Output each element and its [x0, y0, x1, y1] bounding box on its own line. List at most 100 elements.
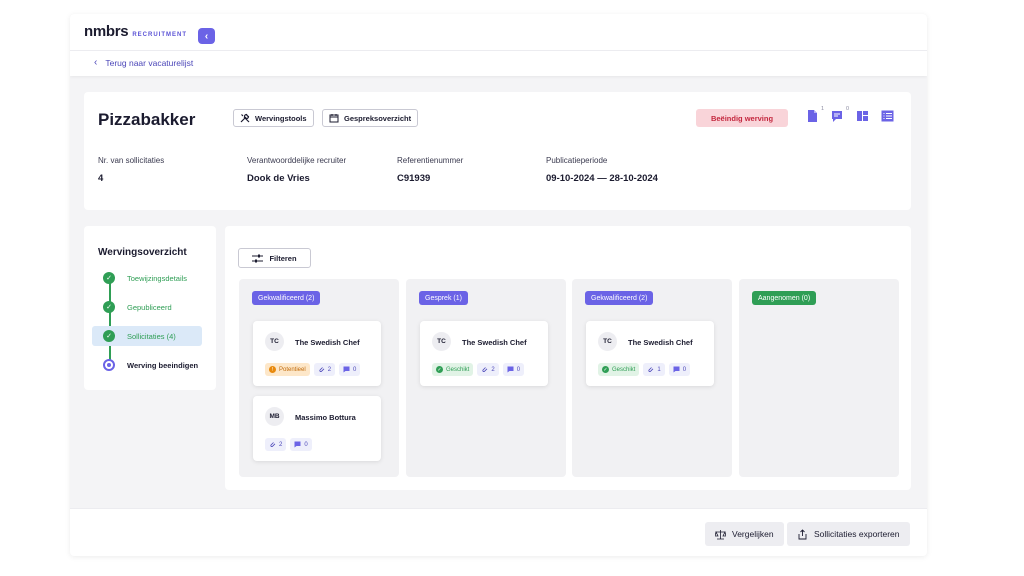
meta-value: C91939: [397, 173, 431, 184]
step-published[interactable]: ✓ Gepubliceerd: [92, 297, 202, 317]
meta-value: 4: [98, 173, 104, 184]
comments-button[interactable]: 0: [831, 106, 849, 123]
step-label: Werving beeindigen: [127, 360, 199, 370]
check-icon: ✓: [602, 366, 609, 373]
filter-button[interactable]: Filteren: [238, 248, 311, 268]
end-recruitment-button[interactable]: Beëindig werving: [696, 109, 788, 127]
interview-overview-button[interactable]: Gespreksoverzicht: [322, 109, 419, 127]
card-chips: ✓ Geschikt 1 0: [598, 363, 691, 376]
column-badge[interactable]: Aangenomen (0): [752, 291, 817, 305]
status-badge: ✓ Geschikt: [432, 363, 474, 376]
comment-icon: [832, 111, 842, 122]
board-view-icon: [857, 111, 868, 121]
avatar: MB: [265, 407, 284, 426]
status-label: Geschikt: [612, 366, 636, 373]
paperclip-icon: [270, 442, 276, 447]
check-icon: ✓: [103, 301, 115, 313]
candidate-name: The Swedish Chef: [628, 338, 693, 347]
candidate-card[interactable]: MB Massimo Bottura 2 0: [253, 396, 381, 461]
candidate-name: Massimo Bottura: [295, 413, 356, 422]
candidate-name: The Swedish Chef: [295, 338, 360, 347]
meta-value: Dook de Vries: [247, 173, 310, 184]
divider: [70, 50, 927, 51]
step-label: Toewijzingsdetails: [127, 273, 188, 283]
avatar: TC: [432, 332, 451, 351]
meta-reference: Referentienummer C91939: [397, 156, 463, 184]
status-label: Potentieel: [279, 366, 306, 373]
column-badge[interactable]: Gesprek (1): [419, 291, 468, 305]
comments-count: 0: [682, 366, 687, 373]
check-icon: ✓: [103, 330, 115, 342]
compare-button[interactable]: Vergelijken: [705, 522, 784, 546]
comment-icon: [343, 366, 350, 373]
pending-step-icon: [103, 359, 115, 371]
comments-chip: 0: [290, 438, 312, 451]
meta-label: Referentienummer: [397, 156, 464, 165]
meta-value: 09-10-2024 — 28-10-2024: [546, 173, 658, 184]
attachments-chip: 2: [265, 438, 287, 451]
documents-count: 1: [821, 106, 825, 112]
comments-chip: 0: [668, 363, 691, 376]
candidate-card[interactable]: TC The Swedish Chef ✓ Geschikt 1 0: [586, 321, 714, 386]
progress-line: [109, 278, 111, 364]
avatar: TC: [598, 332, 617, 351]
status-badge: ✓ Geschikt: [598, 363, 640, 376]
board-view-button[interactable]: [856, 109, 869, 123]
recruitment-overview-panel: Wervingsoverzicht ✓ Toewijzingsdetails ✓…: [84, 226, 216, 390]
status-label: Geschikt: [446, 366, 470, 373]
logo-product: RECRUITMENT: [132, 32, 188, 38]
board-column: Gekwalificeerd (2) TC The Swedish Chef ✓…: [572, 279, 732, 477]
recruitment-tools-button[interactable]: Wervingstools: [233, 109, 314, 127]
column-badge[interactable]: Gekwalificeerd (2): [252, 291, 321, 305]
attachments-count: 2: [327, 366, 332, 373]
step-label: Gepubliceerd: [127, 302, 172, 312]
attachments-count: 2: [279, 441, 283, 448]
panel-title: Wervingsoverzicht: [98, 247, 187, 258]
card-chips: ! Potentieel 2 0: [265, 363, 361, 376]
step-end-recruitment[interactable]: Werving beeindigen: [92, 355, 202, 375]
comments-chip: 0: [339, 363, 361, 376]
calendar-icon: [329, 114, 339, 123]
meta-label: Nr. van sollicitaties: [98, 156, 165, 165]
documents-button[interactable]: 1: [806, 106, 824, 123]
meta-publication-period: Publicatieperiode 09-10-2024 — 28-10-202…: [546, 156, 658, 184]
attachments-chip: 1: [643, 363, 665, 376]
board-column: Gekwalificeerd (2) TC The Swedish Chef !…: [239, 279, 399, 477]
column-badge[interactable]: Gekwalificeerd (2): [585, 291, 654, 305]
step-applications[interactable]: ✓ Sollicitaties (4): [92, 326, 202, 346]
candidate-board: Filteren Gekwalificeerd (2) TC The Swedi…: [225, 226, 911, 490]
meta-applications: Nr. van sollicitaties 4: [98, 156, 164, 184]
sliders-icon: [252, 254, 264, 262]
chevron-left-icon: ‹: [204, 30, 209, 42]
export-button[interactable]: Sollicitaties exporteren: [787, 522, 910, 546]
tools-icon: [240, 113, 250, 123]
document-icon: [808, 110, 817, 122]
back-link[interactable]: ‹ Terug naar vacaturelijst: [94, 57, 193, 68]
header-icon-bar: 1 0: [806, 106, 894, 123]
paperclip-icon: [319, 367, 324, 372]
candidate-card[interactable]: TC The Swedish Chef ! Potentieel 2 0: [253, 321, 381, 386]
status-badge: ! Potentieel: [265, 363, 310, 376]
step-label: Sollicitaties (4): [127, 331, 176, 341]
chevron-left-icon: ‹: [94, 57, 98, 68]
list-view-button[interactable]: [881, 109, 894, 123]
app-window: nmbrs RECRUITMENT ‹ Terug naar vacaturel…: [70, 14, 927, 556]
avatar: TC: [265, 332, 284, 351]
warning-icon: !: [269, 366, 276, 373]
top-bar: nmbrs RECRUITMENT ‹ Terug naar vacaturel…: [70, 14, 927, 76]
attachments-count: 2: [491, 366, 495, 373]
collapse-sidebar-button[interactable]: ‹: [198, 28, 215, 44]
candidate-card[interactable]: TC The Swedish Chef ✓ Geschikt 2 0: [420, 321, 548, 386]
check-icon: ✓: [436, 366, 443, 373]
logo-name: nmbrs: [84, 23, 129, 40]
filter-label: Filteren: [269, 253, 297, 263]
card-chips: ✓ Geschikt 2 0: [432, 363, 525, 376]
board-column: Gesprek (1) TC The Swedish Chef ✓ Geschik…: [406, 279, 566, 477]
interview-overview-label: Gespreksoverzicht: [344, 113, 412, 123]
step-assignment-details[interactable]: ✓ Toewijzingsdetails: [92, 268, 202, 288]
attachments-count: 1: [657, 366, 661, 373]
vacancy-header: Pizzabakker Wervingstools Gespreksoverzi…: [84, 92, 911, 210]
recruitment-tools-label: Wervingstools: [255, 113, 307, 123]
logo: nmbrs RECRUITMENT: [84, 23, 187, 40]
paperclip-icon: [482, 367, 488, 372]
